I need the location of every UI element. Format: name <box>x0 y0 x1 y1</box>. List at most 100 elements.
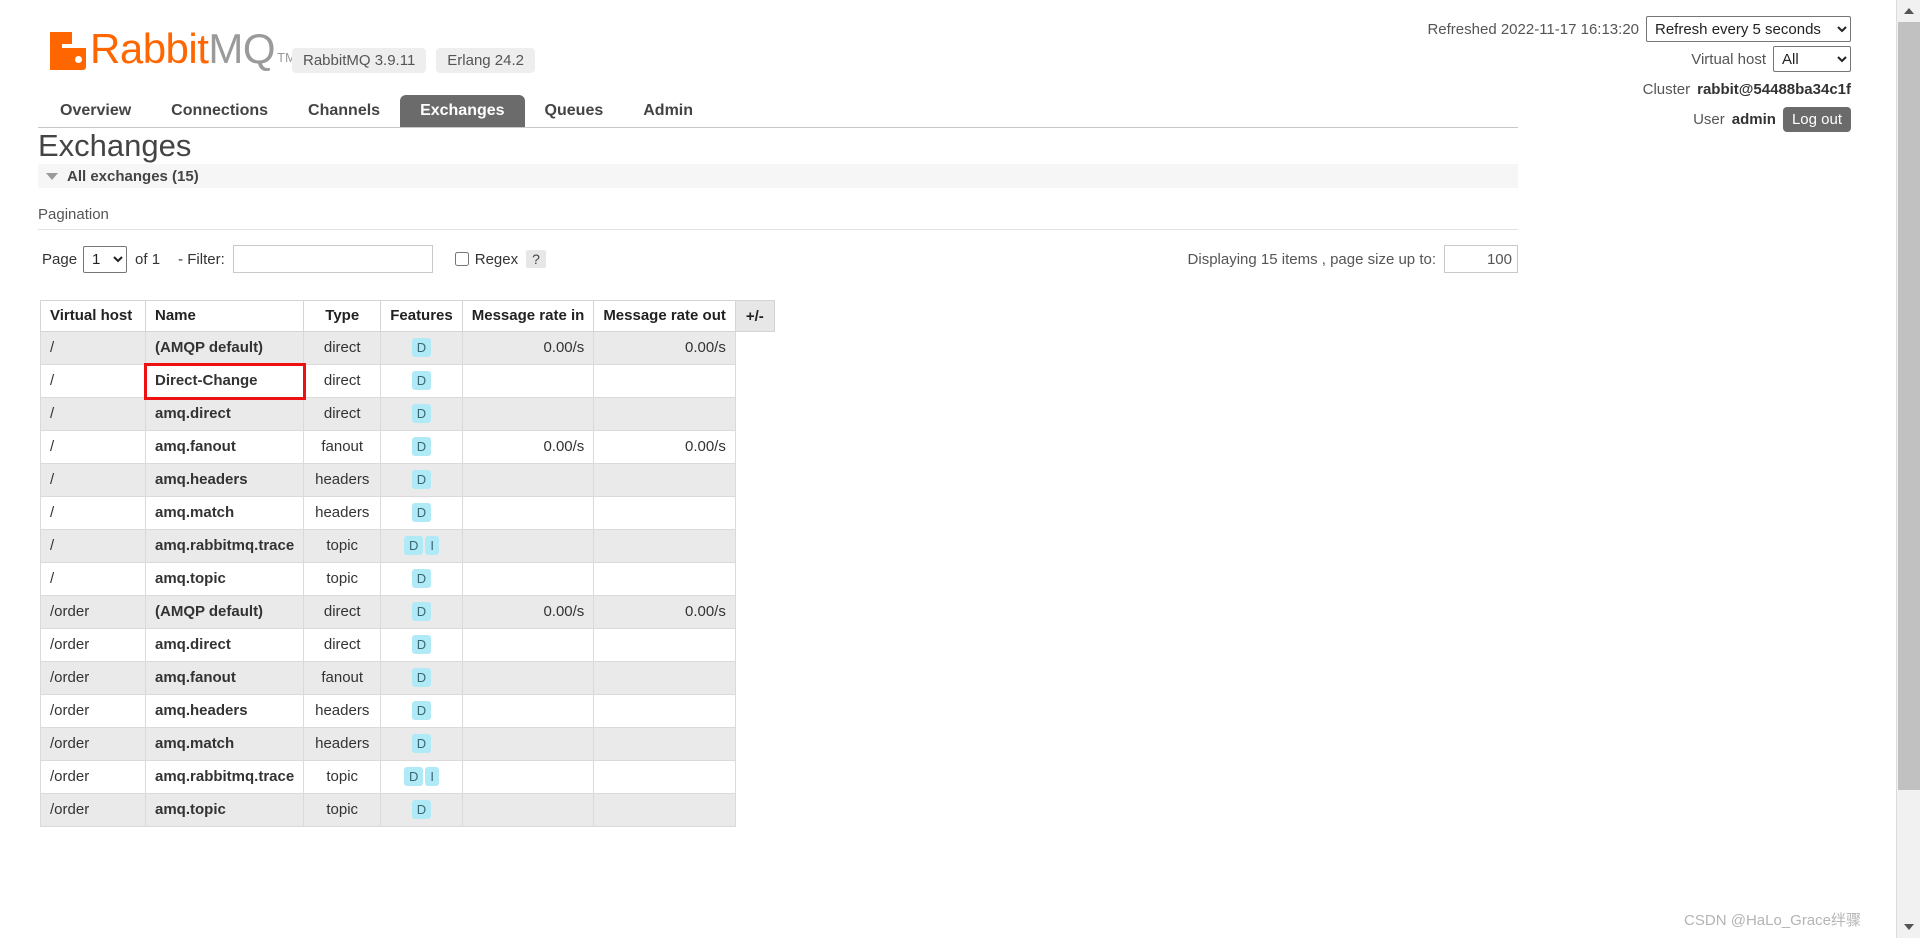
column-header-features[interactable]: Features <box>380 300 463 332</box>
page-number-select[interactable]: 1 <box>83 245 128 273</box>
cell-exchange-name[interactable]: amq.headers <box>144 694 305 728</box>
cell-exchange-type: direct <box>303 364 382 398</box>
cell-message-rate-in <box>461 463 595 497</box>
cell-message-rate-in <box>461 793 595 827</box>
table-row[interactable]: /order amq.rabbitmq.trace topic D I <box>40 760 775 794</box>
toggle-columns-button[interactable]: +/- <box>734 300 775 332</box>
cell-exchange-name[interactable]: Direct-Change <box>144 364 305 398</box>
tab-admin[interactable]: Admin <box>623 95 713 128</box>
regex-help-icon[interactable]: ? <box>526 250 546 268</box>
column-header-message-rate-out[interactable]: Message rate out <box>593 300 736 332</box>
cell-exchange-name[interactable]: amq.fanout <box>144 661 305 695</box>
rabbitmq-logo-icon <box>50 32 86 70</box>
table-row[interactable]: / amq.match headers D <box>40 496 775 530</box>
feature-badge-d: D <box>411 668 432 687</box>
cluster-name: rabbit@54488ba34c1f <box>1697 80 1851 98</box>
cell-virtual-host: / <box>40 430 146 464</box>
table-row[interactable]: /order amq.match headers D <box>40 727 775 761</box>
cell-exchange-name[interactable]: amq.direct <box>144 397 305 431</box>
cell-exchange-name[interactable]: amq.rabbitmq.trace <box>144 529 305 563</box>
feature-badge-d: D <box>411 800 432 819</box>
feature-badge-d: D <box>411 734 432 753</box>
page-size-input[interactable] <box>1444 245 1518 273</box>
cell-features: D <box>380 496 463 530</box>
table-row[interactable]: / amq.direct direct D <box>40 397 775 431</box>
scrollbar-thumb[interactable] <box>1898 22 1920 790</box>
table-row[interactable]: /order amq.direct direct D <box>40 628 775 662</box>
table-row[interactable]: /order amq.topic topic D <box>40 793 775 827</box>
table-row[interactable]: / amq.fanout fanout D 0.00/s 0.00/s <box>40 430 775 464</box>
feature-badge-d: D <box>411 701 432 720</box>
cell-features: D <box>380 430 463 464</box>
regex-checkbox[interactable] <box>454 252 469 266</box>
column-header-virtual-host[interactable]: Virtual host <box>40 300 146 332</box>
scroll-down-arrow-icon[interactable] <box>1897 916 1920 938</box>
cell-exchange-type: topic <box>303 760 382 794</box>
tab-overview[interactable]: Overview <box>40 95 151 128</box>
table-row[interactable]: / amq.headers headers D <box>40 463 775 497</box>
table-row[interactable]: / (AMQP default) direct D 0.00/s 0.00/s <box>40 331 775 365</box>
cell-virtual-host: / <box>40 562 146 596</box>
rabbitmq-logo[interactable]: Rabbit MQ TM <box>50 28 296 70</box>
cell-exchange-name[interactable]: amq.match <box>144 496 305 530</box>
cell-message-rate-in <box>461 727 595 761</box>
cell-exchange-type: direct <box>303 331 382 365</box>
tab-connections[interactable]: Connections <box>151 95 288 128</box>
table-row[interactable]: / amq.rabbitmq.trace topic D I <box>40 529 775 563</box>
column-header-type[interactable]: Type <box>303 300 382 332</box>
filter-label: - Filter: <box>178 250 225 268</box>
cell-exchange-name[interactable]: amq.rabbitmq.trace <box>144 760 305 794</box>
vhost-select[interactable]: All <box>1773 46 1851 72</box>
cell-message-rate-out <box>593 562 736 596</box>
cell-exchange-name[interactable]: amq.topic <box>144 793 305 827</box>
exchanges-table-container: Virtual host Name Type Features Message … <box>40 300 775 827</box>
tab-exchanges[interactable]: Exchanges <box>400 95 525 128</box>
tab-channels[interactable]: Channels <box>288 95 400 128</box>
cell-exchange-name[interactable]: amq.direct <box>144 628 305 662</box>
refresh-interval-select[interactable]: Refresh every 5 seconds <box>1646 16 1851 42</box>
cell-features: D <box>380 397 463 431</box>
feature-badge-d: D <box>411 371 432 390</box>
filter-input[interactable] <box>232 245 433 273</box>
table-row[interactable]: / Direct-Change direct D <box>40 364 775 398</box>
cell-message-rate-out <box>593 529 736 563</box>
cell-spacer <box>735 398 774 431</box>
cell-spacer <box>735 761 774 794</box>
cell-message-rate-out <box>593 463 736 497</box>
table-row[interactable]: /order (AMQP default) direct D 0.00/s 0.00/s <box>40 595 775 629</box>
cell-exchange-name[interactable]: amq.topic <box>144 562 305 596</box>
csdn-watermark: CSDN @HaLo_Grace绊骤 <box>1684 912 1861 929</box>
cell-exchange-name[interactable]: amq.match <box>144 727 305 761</box>
user-label: User <box>1693 110 1725 128</box>
page-scrollbar[interactable] <box>1896 0 1920 938</box>
cell-exchange-name[interactable]: (AMQP default) <box>144 595 305 629</box>
rabbitmq-version-badge: RabbitMQ 3.9.11 <box>292 48 427 73</box>
cell-spacer <box>735 431 774 464</box>
table-row[interactable]: /order amq.fanout fanout D <box>40 661 775 695</box>
vhost-label: Virtual host <box>1691 50 1766 68</box>
page-count-label: of 1 <box>135 250 161 268</box>
scroll-up-arrow-icon[interactable] <box>1897 0 1920 22</box>
logout-button[interactable]: Log out <box>1782 106 1851 132</box>
feature-badge-d: D <box>411 602 432 621</box>
cell-exchange-name[interactable]: (AMQP default) <box>144 331 305 365</box>
user-name: admin <box>1731 110 1776 128</box>
cell-message-rate-in <box>461 694 595 728</box>
column-header-name[interactable]: Name <box>144 300 305 332</box>
all-exchanges-section-header[interactable]: All exchanges (15) <box>38 164 1518 188</box>
displaying-info: Displaying 15 items , page size up to: <box>1188 245 1518 273</box>
column-header-message-rate-in[interactable]: Message rate in <box>461 300 595 332</box>
cell-exchange-name[interactable]: amq.fanout <box>144 430 305 464</box>
refreshed-timestamp: Refreshed 2022-11-17 16:13:20 <box>1427 20 1639 38</box>
exchanges-table: Virtual host Name Type Features Message … <box>40 300 775 827</box>
table-row[interactable]: / amq.topic topic D <box>40 562 775 596</box>
pagination-controls: Page 1 of 1 - Filter: Regex ? Displaying… <box>42 242 1518 276</box>
tab-queues[interactable]: Queues <box>525 95 624 128</box>
cell-exchange-name[interactable]: amq.headers <box>144 463 305 497</box>
cell-message-rate-out <box>593 727 736 761</box>
collapse-triangle-icon[interactable] <box>46 172 58 180</box>
refresh-row: Refreshed 2022-11-17 16:13:20 Refresh ev… <box>1427 16 1851 42</box>
table-row[interactable]: /order amq.headers headers D <box>40 694 775 728</box>
cell-message-rate-out <box>593 364 736 398</box>
displaying-text: Displaying 15 items , page size up to: <box>1187 250 1436 268</box>
